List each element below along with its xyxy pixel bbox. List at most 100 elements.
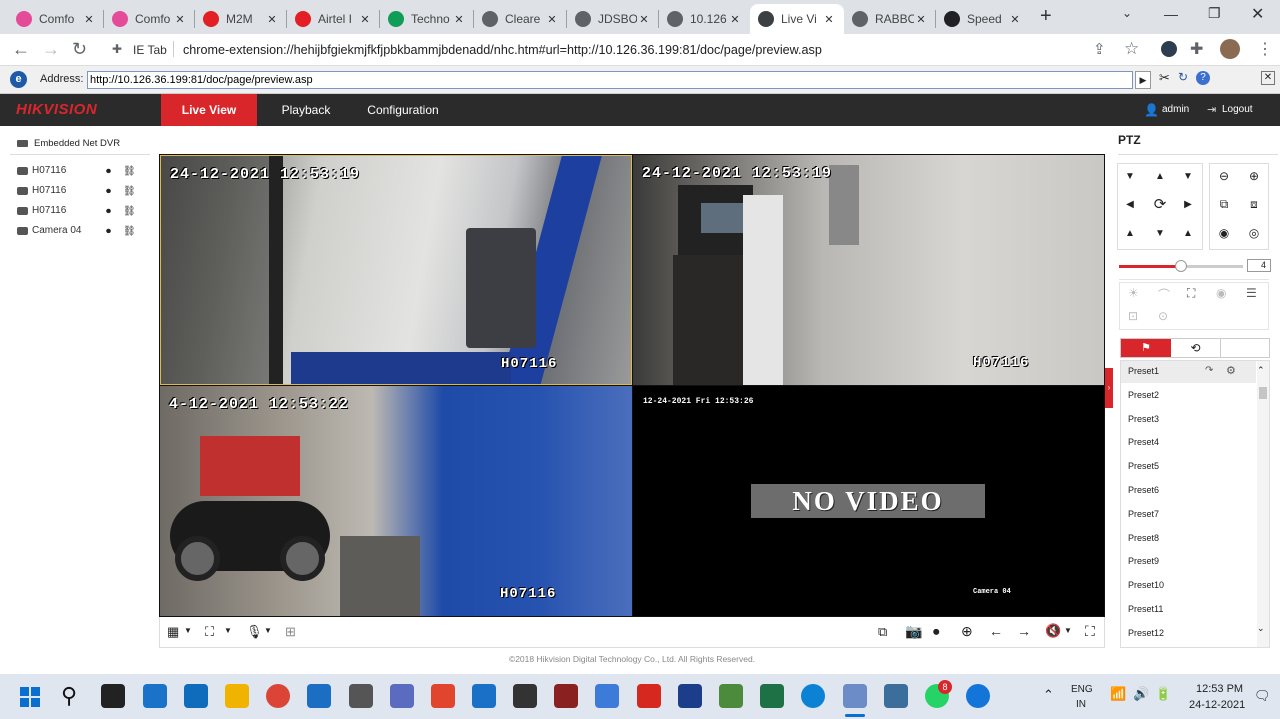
back-icon[interactable]: ←	[12, 39, 30, 60]
reload-icon[interactable]: ↻	[72, 39, 87, 60]
camera-list-item[interactable]: H07116	[17, 185, 66, 196]
browser-tab[interactable]: 10.126 ✕	[659, 4, 750, 34]
browser-tab[interactable]: Cleare ✕	[474, 4, 567, 34]
tab-close-icon[interactable]: ✕	[545, 13, 559, 26]
close-window-icon[interactable]: ✕	[1251, 4, 1264, 24]
tab-close-icon[interactable]: ✕	[82, 13, 96, 26]
browser-tab[interactable]: RABBO ✕	[844, 4, 936, 34]
chevron-down-icon[interactable]: ▼	[184, 626, 192, 635]
widgets-icon[interactable]	[143, 684, 167, 708]
tab-close-icon[interactable]: ✕	[822, 13, 836, 26]
go-button[interactable]: ▶	[1135, 71, 1151, 89]
tools-app-icon[interactable]	[513, 684, 537, 708]
device-name[interactable]: Embedded Net DVR	[34, 138, 120, 149]
tools-icon[interactable]: ✂	[1159, 70, 1170, 86]
share-icon[interactable]: ⇪	[1093, 40, 1106, 58]
fullscreen-icon[interactable]: ⛶	[1085, 623, 1095, 640]
tab-playback[interactable]: Playback	[268, 94, 344, 126]
init-lens-icon[interactable]: ◉	[1216, 286, 1226, 300]
camera-list-item[interactable]: H07116	[17, 165, 66, 176]
battery-icon[interactable]: 🔋	[1155, 686, 1171, 702]
tab-close-icon[interactable]: ✕	[1008, 13, 1022, 26]
app-icon[interactable]	[637, 684, 661, 708]
volume-icon[interactable]: 🔊	[1133, 686, 1149, 702]
video-cell-4[interactable]: 12-24-2021 Fri 12:53:26 NO VIDEO Camera …	[633, 386, 1104, 616]
manual-track-icon[interactable]: ⊡	[1128, 309, 1138, 323]
preset-flag-icon[interactable]: ⚑	[1121, 339, 1171, 357]
light-icon[interactable]: ☀	[1128, 286, 1139, 300]
microphone-icon[interactable]: 🎙	[246, 624, 263, 640]
app-icon[interactable]	[554, 684, 578, 708]
tab-close-icon[interactable]: ✕	[173, 13, 187, 26]
preset-scrollbar[interactable]: ⌃ ⌄	[1257, 361, 1269, 647]
app-icon[interactable]	[307, 684, 331, 708]
menu-icon[interactable]: ☰	[1246, 286, 1257, 300]
lang-in[interactable]: IN	[1076, 699, 1086, 710]
preset-item[interactable]: Preset12	[1128, 628, 1164, 638]
browser-tab[interactable]: Airtel I ✕	[287, 4, 380, 34]
patrol-icon[interactable]: ⟲	[1171, 339, 1221, 357]
browser-tab[interactable]: Speed ✕	[936, 4, 1030, 34]
task-view-icon[interactable]	[101, 684, 125, 708]
camera-list-item[interactable]: Camera 04	[17, 225, 81, 236]
extension-icon[interactable]	[1161, 41, 1177, 57]
wifi-icon[interactable]: 📶	[1110, 686, 1126, 702]
logout-link[interactable]: Logout	[1222, 104, 1253, 115]
address-input[interactable]	[87, 71, 1133, 89]
stop-all-icon[interactable]: ⧉	[878, 624, 887, 640]
record-status-icon[interactable]: ⏺	[106, 166, 111, 177]
record-status-icon[interactable]: ⏺	[106, 186, 111, 197]
tab-live-view[interactable]: Live View	[161, 94, 257, 126]
extensions-puzzle-icon[interactable]: ✚	[1190, 39, 1203, 59]
speed-slider-thumb[interactable]	[1175, 260, 1187, 272]
clock-date[interactable]: 24-12-2021	[1189, 699, 1245, 711]
preset-item[interactable]: Preset6	[1128, 485, 1159, 495]
camera-list-item[interactable]: H07116	[17, 205, 66, 216]
sync-icon[interactable]: ↻	[1178, 70, 1188, 84]
chevron-down-icon[interactable]: ▼	[224, 626, 232, 635]
preset-item[interactable]: Preset8	[1128, 533, 1159, 543]
menu-dots-icon[interactable]: ⋮	[1257, 39, 1273, 59]
tray-chevron-icon[interactable]: ⌃	[1043, 687, 1054, 703]
app-icon[interactable]	[884, 684, 908, 708]
record-status-icon[interactable]: ⏺	[106, 226, 111, 237]
search-icon[interactable]: ⚲	[61, 683, 77, 709]
tab-close-icon[interactable]: ✕	[358, 13, 372, 26]
tab-close-icon[interactable]: ✕	[728, 13, 742, 26]
chevron-down-icon[interactable]: ▼	[264, 626, 272, 635]
settings-app-icon[interactable]	[349, 684, 373, 708]
app-icon[interactable]	[719, 684, 743, 708]
preset-item[interactable]: Preset10	[1128, 580, 1164, 590]
layout-grid-icon[interactable]: ▦	[167, 624, 179, 640]
previous-page-icon[interactable]: ←	[989, 623, 1003, 639]
stream-type-icon[interactable]: ⛓	[123, 186, 136, 197]
auto-focus-icon[interactable]: ⛶	[1187, 286, 1195, 301]
excel-icon[interactable]	[760, 684, 784, 708]
clock-time[interactable]: 12:53 PM	[1196, 683, 1243, 695]
record-icon[interactable]: ⏺	[933, 624, 940, 640]
video-cell-2[interactable]: 24-12-2021 12:53:19 H07116	[633, 155, 1104, 385]
record-status-icon[interactable]: ⏺	[106, 206, 111, 217]
browser-tab[interactable]: Comfo ✕	[8, 4, 104, 34]
browser-tab[interactable]: Comfo ✕	[104, 4, 195, 34]
lang-eng[interactable]: ENG	[1071, 684, 1093, 695]
preset-item[interactable]: Preset5	[1128, 461, 1159, 471]
start-icon[interactable]	[20, 687, 40, 707]
volume-muted-icon[interactable]: 🔇	[1045, 623, 1061, 639]
stream-icon[interactable]: ⛶	[205, 624, 214, 640]
stream-type-icon[interactable]: ⛓	[123, 226, 136, 237]
preset-item[interactable]: Preset7	[1128, 509, 1159, 519]
preset-item[interactable]: Preset2	[1128, 390, 1159, 400]
file-explorer-icon[interactable]	[225, 684, 249, 708]
help-icon[interactable]: ?	[1196, 71, 1210, 85]
browser-tab[interactable]: M2M ✕	[195, 4, 287, 34]
logout-icon[interactable]: ⇥	[1207, 103, 1216, 116]
tab-configuration[interactable]: Configuration	[360, 94, 446, 126]
speed-value[interactable]: 4	[1247, 259, 1271, 272]
zoom-3d-icon[interactable]: ⊙	[1158, 309, 1168, 323]
outlook-icon[interactable]	[184, 684, 208, 708]
preset-item[interactable]: Preset4	[1128, 437, 1159, 447]
capture-camera-icon[interactable]: 📷	[905, 623, 922, 640]
profile-avatar[interactable]	[1220, 39, 1240, 59]
tab-close-icon[interactable]: ✕	[914, 13, 928, 26]
